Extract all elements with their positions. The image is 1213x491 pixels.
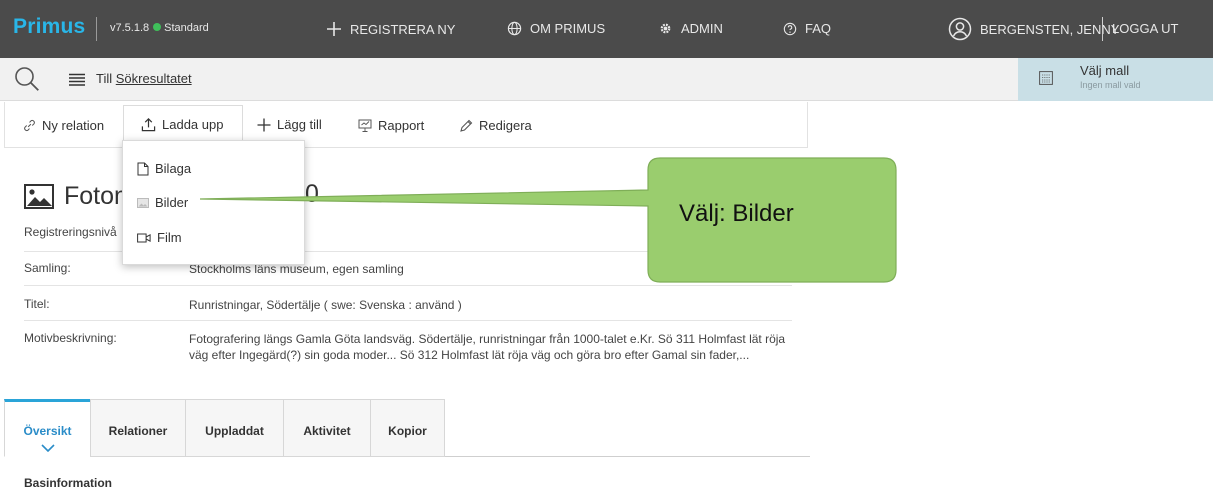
info-value: Fotografering längs Gamla Göta landsväg.… [189,332,786,362]
tab-label: Uppladdat [205,424,264,438]
image-icon [137,197,149,208]
nav-register-new-label: REGISTRERA NY [350,21,456,37]
template-subtitle: Ingen mall vald [1080,80,1141,90]
info-label: Samling: [24,261,71,275]
plus-icon [327,22,341,36]
add-label: Lägg till [277,117,322,132]
tab-label: Relationer [108,424,168,438]
search-icon[interactable] [14,66,40,92]
edit-button[interactable]: Redigera [459,118,532,133]
back-prefix: Till [96,71,116,86]
report-label: Rapport [378,118,425,133]
user-avatar-icon [948,17,972,41]
back-link-label: Sökresultatet [115,71,192,86]
video-icon [137,233,151,242]
question-icon [783,22,797,35]
file-icon [137,162,149,175]
info-label: Registreringsnivå [24,225,117,239]
nav-faq-label: FAQ [805,21,832,36]
link-icon [24,119,35,132]
upload-label: Ladda upp [162,117,224,132]
user-name: BERGENSTEN, JENNY [980,21,1120,37]
divider [1102,17,1103,41]
new-relation-button[interactable]: Ny relation [23,118,104,133]
info-value: Runristningar, Södertälje ( swe: Svenska… [189,298,462,312]
tab-activity[interactable]: Aktivitet [283,399,371,457]
edition-label: Standard [164,22,209,34]
version-number: v7.5.1.8 [110,22,150,34]
dropdown-item-attachment[interactable]: Bilaga [137,161,191,176]
section-title: Basinformation [24,476,113,490]
version-info: v7.5.1.8 Standard [110,22,209,34]
tab-relations[interactable]: Relationer [90,399,186,457]
dropdown-item-label: Film [157,230,182,245]
upload-icon [141,118,156,132]
status-dot-icon [153,23,162,31]
new-relation-label: Ny relation [42,118,105,133]
presentation-icon [358,119,372,132]
nav-admin-label: ADMIN [681,21,723,36]
tab-label: Aktivitet [303,424,351,438]
info-label: Titel: [24,297,50,311]
nav-admin[interactable]: ADMIN [658,21,723,36]
divider [96,17,97,41]
tab-copies[interactable]: Kopior [370,399,445,457]
callout-text: Välj: Bilder [679,200,794,227]
dropdown-item-label: Bilder [155,195,189,210]
template-title: Välj mall [1080,63,1130,78]
report-button[interactable]: Rapport [358,118,424,133]
chevron-down-icon [40,444,55,452]
info-row-motif-description: Motivbeskrivning: Fotografering längs Ga… [24,320,792,370]
add-button[interactable]: Lägg till [257,117,322,132]
nav-register-new[interactable]: REGISTRERA NY [326,21,455,37]
upload-dropdown-menu: Bilaga Bilder Film [122,140,305,265]
nav-about-primus[interactable]: OM PRIMUS [507,21,605,36]
edit-label: Redigera [479,118,532,133]
nav-faq[interactable]: FAQ [783,21,831,36]
info-label: Motivbeskrivning: [24,331,117,345]
nav-about-primus-label: OM PRIMUS [530,21,606,36]
primus-logo[interactable]: Primus [13,15,85,39]
list-icon[interactable] [69,73,85,86]
logout-link[interactable]: LOGGA UT [1112,21,1178,36]
choose-template-panel[interactable]: Välj mall Ingen mall vald [1018,58,1213,101]
upload-button[interactable]: Ladda upp [141,117,223,132]
tab-label: Översikt [23,424,72,438]
dropdown-item-label: Bilaga [155,161,192,176]
template-icon [1039,71,1053,85]
dropdown-item-images[interactable]: Bilder [137,195,188,210]
gear-icon [660,23,671,34]
plus-icon [257,118,271,131]
tab-overview[interactable]: Översikt [4,399,91,457]
logout-label: LOGGA UT [1112,21,1179,36]
globe-icon [507,21,522,36]
back-to-search-results-link[interactable]: Till Sökresultatet [96,71,192,86]
record-title: Fotom [24,182,135,211]
photo-icon [24,184,54,209]
top-navigation-bar: Primus v7.5.1.8 Standard REGISTRERA NY OM… [0,0,1213,58]
record-title-end: 0 [305,180,319,208]
user-menu[interactable]: BERGENSTEN, JENNY [948,17,1119,41]
dropdown-item-film[interactable]: Film [137,230,182,245]
pencil-icon [460,119,473,132]
tab-uploaded[interactable]: Uppladdat [185,399,284,457]
tab-label: Kopior [388,424,427,438]
info-row-title: Titel: Runristningar, Södertälje ( swe: … [24,285,792,320]
